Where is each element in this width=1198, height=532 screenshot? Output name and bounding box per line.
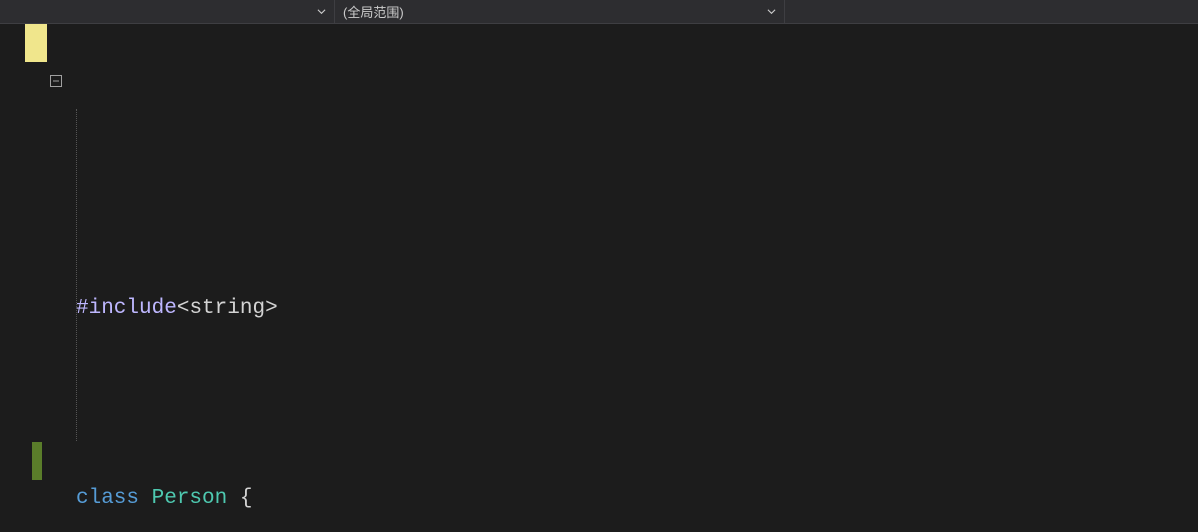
angle-bracket: < [177, 297, 190, 320]
code-line[interactable]: class Person { [76, 480, 1198, 518]
code-editor[interactable]: #include<string> class Person { protecte… [0, 24, 1198, 532]
change-marker-saved [32, 442, 42, 480]
keyword-token: class [76, 487, 139, 510]
scope-dropdown-right-label: (全局范围) [343, 2, 404, 21]
preprocessor-token: #include [76, 297, 177, 320]
angle-bracket: > [265, 297, 278, 320]
indent-guide [76, 109, 77, 441]
editor-gutter [0, 24, 48, 532]
brace-token: { [227, 487, 252, 510]
chevron-down-icon [767, 4, 776, 19]
chevron-down-icon [317, 4, 326, 19]
change-marker-modified [25, 24, 47, 62]
code-line[interactable]: #include<string> [76, 290, 1198, 328]
scope-dropdown-right[interactable]: (全局范围) [335, 0, 785, 23]
scope-dropdown-left[interactable] [0, 0, 335, 23]
class-name-token: Person [152, 487, 228, 510]
header-name: string [189, 297, 265, 320]
navigation-bar: (全局范围) [0, 0, 1198, 24]
code-area[interactable]: #include<string> class Person { protecte… [48, 24, 1198, 532]
